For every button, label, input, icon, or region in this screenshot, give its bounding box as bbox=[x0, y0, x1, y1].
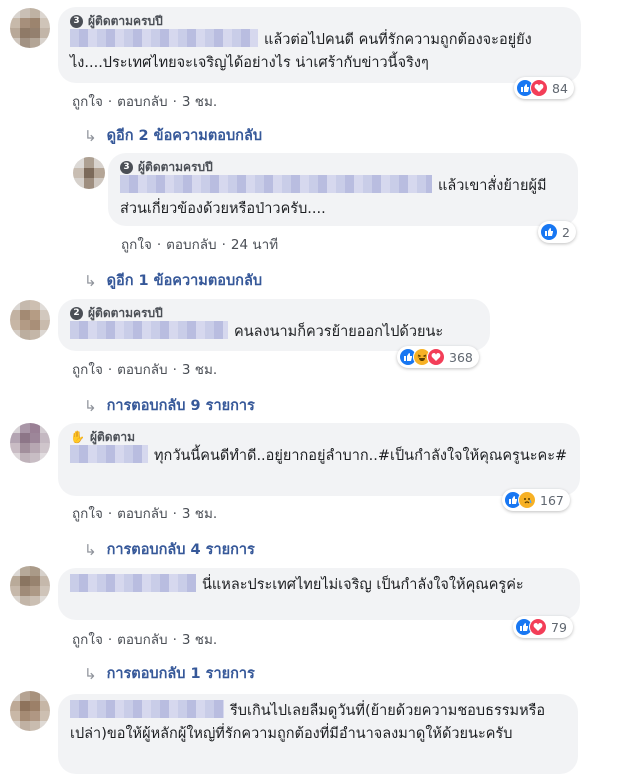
view-more-replies[interactable]: ↳ ดูอีก 2 ข้อความตอบกลับ bbox=[84, 124, 262, 147]
comment-text: คนลงนามก็ควรย้ายออกไปด้วยนะ bbox=[70, 321, 478, 344]
view-replies[interactable]: ↳ การตอบกลับ 4 รายการ bbox=[84, 538, 255, 561]
timestamp[interactable]: 3 ชม. bbox=[182, 632, 217, 648]
like-action[interactable]: ถูกใจ bbox=[72, 632, 103, 648]
view-more-replies[interactable]: ↳ ดูอีก 1 ข้อความตอบกลับ bbox=[84, 269, 262, 292]
comment-actions: ถูกใจ · ตอบกลับ · 3 ชม. bbox=[72, 94, 218, 110]
view-replies[interactable]: ↳ การตอบกลับ 1 รายการ bbox=[84, 662, 255, 685]
comment-text: แล้วต่อไปคนดี คนที่รักความถูกต้องจะอยู่ย… bbox=[70, 29, 569, 75]
reaction-count: 84 bbox=[552, 80, 568, 96]
follower-badge: ✋ ผู้ติดตาม bbox=[70, 429, 568, 445]
like-icon bbox=[540, 223, 558, 241]
badge-label: ผู้ติดตามครบปี bbox=[88, 14, 163, 28]
avatar-pixelated bbox=[73, 157, 105, 189]
reaction-summary[interactable]: 2 bbox=[538, 221, 576, 243]
author-name[interactable] bbox=[70, 700, 224, 718]
author-name[interactable] bbox=[70, 321, 228, 339]
reaction-summary[interactable]: 84 bbox=[514, 77, 574, 99]
avatar[interactable] bbox=[10, 566, 50, 606]
badge-number: 3 bbox=[120, 160, 133, 174]
timestamp[interactable]: 24 นาที bbox=[231, 237, 278, 253]
badge-label: ผู้ติดตามครบปี bbox=[88, 306, 163, 320]
reply-action[interactable]: ตอบกลับ bbox=[117, 94, 167, 110]
badge-number: 2 bbox=[70, 306, 83, 320]
top-fan-badge: 2 ผู้ติดตามครบปี bbox=[70, 305, 478, 321]
love-icon bbox=[530, 79, 548, 97]
avatar-pixelated bbox=[10, 300, 50, 340]
badge-number: 3 bbox=[70, 14, 83, 28]
reply-action[interactable]: ตอบกลับ bbox=[117, 632, 167, 648]
comment-text: รีบเกินไปเลยลืมดูวันที่(ย้ายด้วยความชอบธ… bbox=[70, 700, 566, 746]
reply-action[interactable]: ตอบกลับ bbox=[117, 362, 167, 378]
comment-actions: ถูกใจ · ตอบกลับ · 24 นาที bbox=[121, 237, 279, 253]
wave-icon: ✋ bbox=[70, 430, 85, 444]
reply-arrow-icon: ↳ bbox=[84, 396, 97, 415]
timestamp[interactable]: 3 ชม. bbox=[182, 94, 217, 110]
view-replies[interactable]: ↳ การตอบกลับ 9 รายการ bbox=[84, 394, 255, 417]
top-fan-badge: 3 ผู้ติดตามครบปี bbox=[70, 13, 569, 29]
author-name[interactable] bbox=[70, 574, 196, 592]
reaction-count: 79 bbox=[551, 619, 567, 635]
like-action[interactable]: ถูกใจ bbox=[72, 506, 103, 522]
reaction-summary[interactable]: 167 bbox=[502, 489, 570, 511]
reply-arrow-icon: ↳ bbox=[84, 271, 97, 290]
badge-label: ผู้ติดตามครบปี bbox=[138, 160, 213, 174]
timestamp[interactable]: 3 ชม. bbox=[182, 506, 217, 522]
love-icon bbox=[427, 348, 445, 366]
comment-actions: ถูกใจ · ตอบกลับ · 3 ชม. bbox=[72, 362, 218, 378]
like-action[interactable]: ถูกใจ bbox=[72, 362, 103, 378]
reply-arrow-icon: ↳ bbox=[84, 664, 97, 683]
comment-bubble: นี่แหละประเทศไทยไม่เจริญ เป็นกำลังใจให้ค… bbox=[58, 568, 580, 620]
author-name[interactable] bbox=[120, 175, 432, 193]
reply-action[interactable]: ตอบกลับ bbox=[117, 506, 167, 522]
avatar[interactable] bbox=[10, 8, 50, 48]
top-fan-badge: 3 ผู้ติดตามครบปี bbox=[120, 159, 566, 175]
avatar-pixelated bbox=[10, 566, 50, 606]
avatar[interactable] bbox=[73, 157, 105, 189]
like-action[interactable]: ถูกใจ bbox=[121, 237, 152, 253]
avatar[interactable] bbox=[10, 300, 50, 340]
author-name[interactable] bbox=[70, 445, 148, 463]
reply-bubble: 3 ผู้ติดตามครบปี แล้วเขาสั่งย้ายผู้มีส่ว… bbox=[108, 153, 578, 226]
comment-bubble: 2 ผู้ติดตามครบปี คนลงนามก็ควรย้ายออกไปด้… bbox=[58, 299, 490, 351]
sad-icon bbox=[518, 491, 536, 509]
reply-arrow-icon: ↳ bbox=[84, 540, 97, 559]
reaction-count: 167 bbox=[540, 492, 564, 508]
badge-label: ผู้ติดตาม bbox=[89, 430, 136, 444]
avatar[interactable] bbox=[10, 423, 50, 463]
comment-bubble: ✋ ผู้ติดตาม ทุกวันนี้คนดีทำดี..อยู่ยากอย… bbox=[58, 423, 580, 496]
avatar-pixelated bbox=[10, 691, 50, 731]
reaction-summary[interactable]: 368 bbox=[397, 346, 479, 368]
reply-arrow-icon: ↳ bbox=[84, 126, 97, 145]
comment-actions: ถูกใจ · ตอบกลับ · 3 ชม. bbox=[72, 506, 218, 522]
reaction-count: 2 bbox=[562, 224, 570, 240]
reaction-summary[interactable]: 79 bbox=[513, 616, 573, 638]
reaction-count: 368 bbox=[449, 349, 473, 365]
author-name[interactable] bbox=[70, 29, 258, 47]
comment-text: แล้วเขาสั่งย้ายผู้มีส่วนเกี่ยวข้องด้วยหร… bbox=[120, 175, 566, 221]
avatar-pixelated bbox=[10, 423, 50, 463]
reply-action[interactable]: ตอบกลับ bbox=[166, 237, 216, 253]
timestamp[interactable]: 3 ชม. bbox=[182, 362, 217, 378]
avatar-pixelated bbox=[10, 8, 50, 48]
love-icon bbox=[529, 618, 547, 636]
comment-text: นี่แหละประเทศไทยไม่เจริญ เป็นกำลังใจให้ค… bbox=[70, 574, 568, 597]
comment-actions: ถูกใจ · ตอบกลับ · 3 ชม. bbox=[72, 632, 218, 648]
like-action[interactable]: ถูกใจ bbox=[72, 94, 103, 110]
comment-bubble: รีบเกินไปเลยลืมดูวันที่(ย้ายด้วยความชอบธ… bbox=[58, 694, 578, 774]
avatar[interactable] bbox=[10, 691, 50, 731]
comment-text: ทุกวันนี้คนดีทำดี..อยู่ยากอยู่ลำบาก..#เป… bbox=[70, 445, 568, 468]
comment-bubble: 3 ผู้ติดตามครบปี แล้วต่อไปคนดี คนที่รักค… bbox=[58, 7, 581, 83]
